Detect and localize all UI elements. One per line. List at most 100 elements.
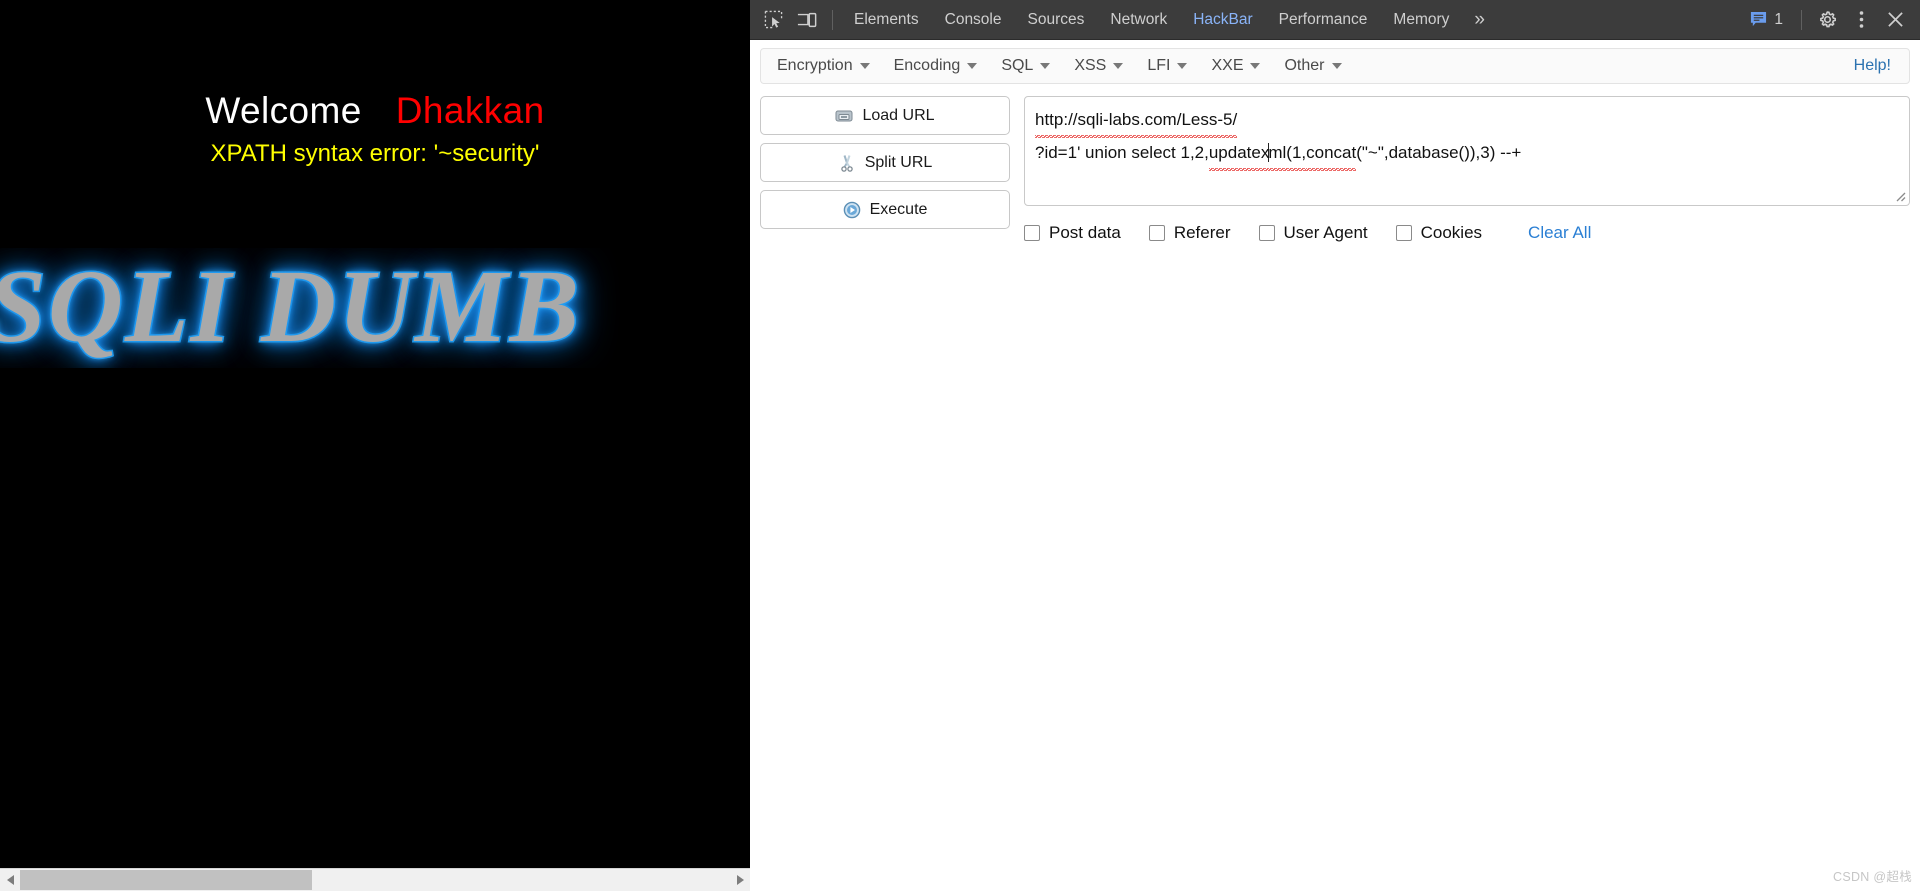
- tab-console[interactable]: Console: [932, 0, 1015, 40]
- sqli-dumb-banner: SQLI DUMB: [0, 248, 750, 368]
- chevron-down-icon: [1113, 63, 1124, 69]
- menu-lfi[interactable]: LFI: [1135, 51, 1199, 81]
- page-viewport: Welcome Dhakkan XPATH syntax error: '~sec…: [0, 0, 750, 868]
- url-line-2: ?id=1' union select 1,2,updatexml(1,conc…: [1035, 138, 1899, 171]
- page-horizontal-scrollbar[interactable]: [0, 868, 750, 891]
- toolbar-divider-right: [1801, 9, 1802, 30]
- menu-xss[interactable]: XSS: [1062, 51, 1135, 81]
- execute-button[interactable]: Execute: [760, 190, 1010, 229]
- sqli-dumb-banner-text: SQLI DUMB: [0, 248, 750, 366]
- load-url-button[interactable]: Load URL: [760, 96, 1010, 135]
- welcome-username: Dhakkan: [395, 90, 545, 131]
- inspect-element-icon: [764, 10, 782, 29]
- menu-xxe[interactable]: XXE: [1199, 51, 1272, 81]
- url-line-2-part-d: concat: [1306, 138, 1357, 171]
- execute-icon: [843, 201, 860, 218]
- url-line-2-part-e: ("~",database()),3) --+: [1356, 143, 1522, 162]
- chevron-down-icon: [967, 63, 978, 69]
- csdn-watermark: CSDN @超栈: [1833, 870, 1912, 884]
- execute-label: Execute: [869, 200, 928, 218]
- tab-memory[interactable]: Memory: [1380, 0, 1462, 40]
- hackbar-url-area: http://sqli-labs.com/Less-5/ ?id=1' unio…: [1024, 96, 1910, 243]
- issues-badge[interactable]: 1: [1740, 11, 1793, 29]
- option-post-data[interactable]: Post data: [1024, 223, 1121, 243]
- scroll-right-arrow-icon: [736, 875, 744, 885]
- menu-encoding[interactable]: Encoding: [882, 51, 990, 81]
- chevron-down-icon: [1331, 63, 1342, 69]
- devtools-toolbar: Elements Console Sources Network HackBar…: [750, 0, 1920, 40]
- chevron-down-icon: [859, 63, 870, 69]
- hackbar-action-buttons: Load URL Split URL Execute: [760, 96, 1010, 243]
- option-cookies[interactable]: Cookies: [1395, 223, 1483, 243]
- hackbar-menubar: Encryption Encoding SQL XSS LFI XXE Othe…: [760, 48, 1910, 84]
- chevron-down-icon: [1040, 63, 1051, 69]
- scroll-right-button[interactable]: [730, 869, 750, 891]
- referer-checkbox[interactable]: [1148, 225, 1165, 241]
- menu-other[interactable]: Other: [1272, 51, 1353, 81]
- more-options-button[interactable]: [1845, 4, 1877, 36]
- resize-handle-icon[interactable]: [1892, 188, 1906, 202]
- tab-hackbar[interactable]: HackBar: [1180, 0, 1265, 40]
- user-agent-checkbox[interactable]: [1258, 225, 1275, 241]
- tab-sources[interactable]: Sources: [1015, 0, 1098, 40]
- option-user-agent[interactable]: User Agent: [1258, 223, 1368, 243]
- post-data-label: Post data: [1049, 223, 1121, 242]
- screen: Welcome Dhakkan XPATH syntax error: '~sec…: [0, 0, 1920, 891]
- gear-icon: [1819, 11, 1836, 28]
- devtools-panel: Elements Console Sources Network HackBar…: [750, 0, 1920, 891]
- hackbar-options-row: Post data Referer User Agent Cookies Cle…: [1024, 223, 1910, 243]
- browser-page-pane: Welcome Dhakkan XPATH syntax error: '~sec…: [0, 0, 750, 891]
- xpath-error-message: XPATH syntax error: '~security': [210, 140, 540, 167]
- post-data-checkbox[interactable]: [1024, 225, 1040, 241]
- tab-network[interactable]: Network: [1097, 0, 1180, 40]
- referer-label: Referer: [1173, 223, 1231, 242]
- issues-count: 1: [1774, 10, 1783, 28]
- url-line-1-text: http://sqli-labs.com/Less-5/: [1035, 105, 1238, 138]
- user-agent-label: User Agent: [1283, 223, 1368, 242]
- scroll-left-button[interactable]: [0, 869, 20, 891]
- menu-encoding-label: Encoding: [893, 57, 961, 74]
- scroll-left-arrow-icon: [6, 875, 14, 885]
- inspect-element-button[interactable]: [757, 4, 789, 36]
- device-toolbar-icon: [797, 12, 817, 27]
- toolbar-divider: [832, 9, 833, 30]
- welcome-word: Welcome: [205, 90, 362, 131]
- tab-performance[interactable]: Performance: [1266, 0, 1381, 40]
- load-url-icon: [835, 110, 853, 121]
- url-line-2-part-c: ml(1,: [1268, 138, 1307, 171]
- split-url-label: Split URL: [864, 153, 933, 171]
- chevron-down-icon: [1250, 63, 1261, 69]
- tab-elements[interactable]: Elements: [841, 0, 932, 40]
- option-referer[interactable]: Referer: [1148, 223, 1231, 243]
- load-url-label: Load URL: [862, 106, 935, 124]
- devtools-tab-strip: Elements Console Sources Network HackBar…: [841, 0, 1497, 40]
- menu-xxe-label: XXE: [1211, 57, 1244, 74]
- url-textarea[interactable]: http://sqli-labs.com/Less-5/ ?id=1' unio…: [1024, 96, 1910, 206]
- device-toolbar-button[interactable]: [791, 4, 823, 36]
- scrollbar-thumb[interactable]: [20, 870, 312, 890]
- menu-encryption-label: Encryption: [777, 57, 853, 74]
- chevron-down-icon: [1177, 63, 1188, 69]
- split-url-button[interactable]: Split URL: [760, 143, 1010, 182]
- message-bubble-icon: [1751, 11, 1767, 27]
- menu-lfi-label: LFI: [1147, 57, 1171, 74]
- close-devtools-button[interactable]: [1879, 4, 1911, 36]
- close-icon: [1887, 12, 1903, 27]
- menu-encryption[interactable]: Encryption: [765, 51, 882, 81]
- settings-button[interactable]: [1811, 4, 1843, 36]
- more-tabs-button[interactable]: »: [1462, 0, 1497, 40]
- scrollbar-track[interactable]: [20, 869, 730, 891]
- url-line-2-part-b: updatex: [1208, 138, 1270, 171]
- more-options-icon: [1859, 11, 1863, 28]
- url-line-2-part-a: ?id=1' union select 1,2,: [1035, 143, 1209, 162]
- help-link[interactable]: Help!: [1854, 57, 1905, 75]
- devtools-toolbar-right: 1: [1740, 4, 1920, 36]
- hackbar-body: Load URL Split URL Execute http://sqli-l…: [750, 84, 1920, 243]
- clear-all-link[interactable]: Clear All: [1528, 223, 1591, 243]
- cookies-checkbox[interactable]: [1395, 225, 1412, 241]
- split-url-icon: [840, 154, 853, 172]
- menu-xss-label: XSS: [1074, 57, 1107, 74]
- cookies-label: Cookies: [1420, 223, 1483, 242]
- welcome-heading: Welcome Dhakkan: [0, 92, 750, 129]
- menu-sql[interactable]: SQL: [989, 51, 1062, 81]
